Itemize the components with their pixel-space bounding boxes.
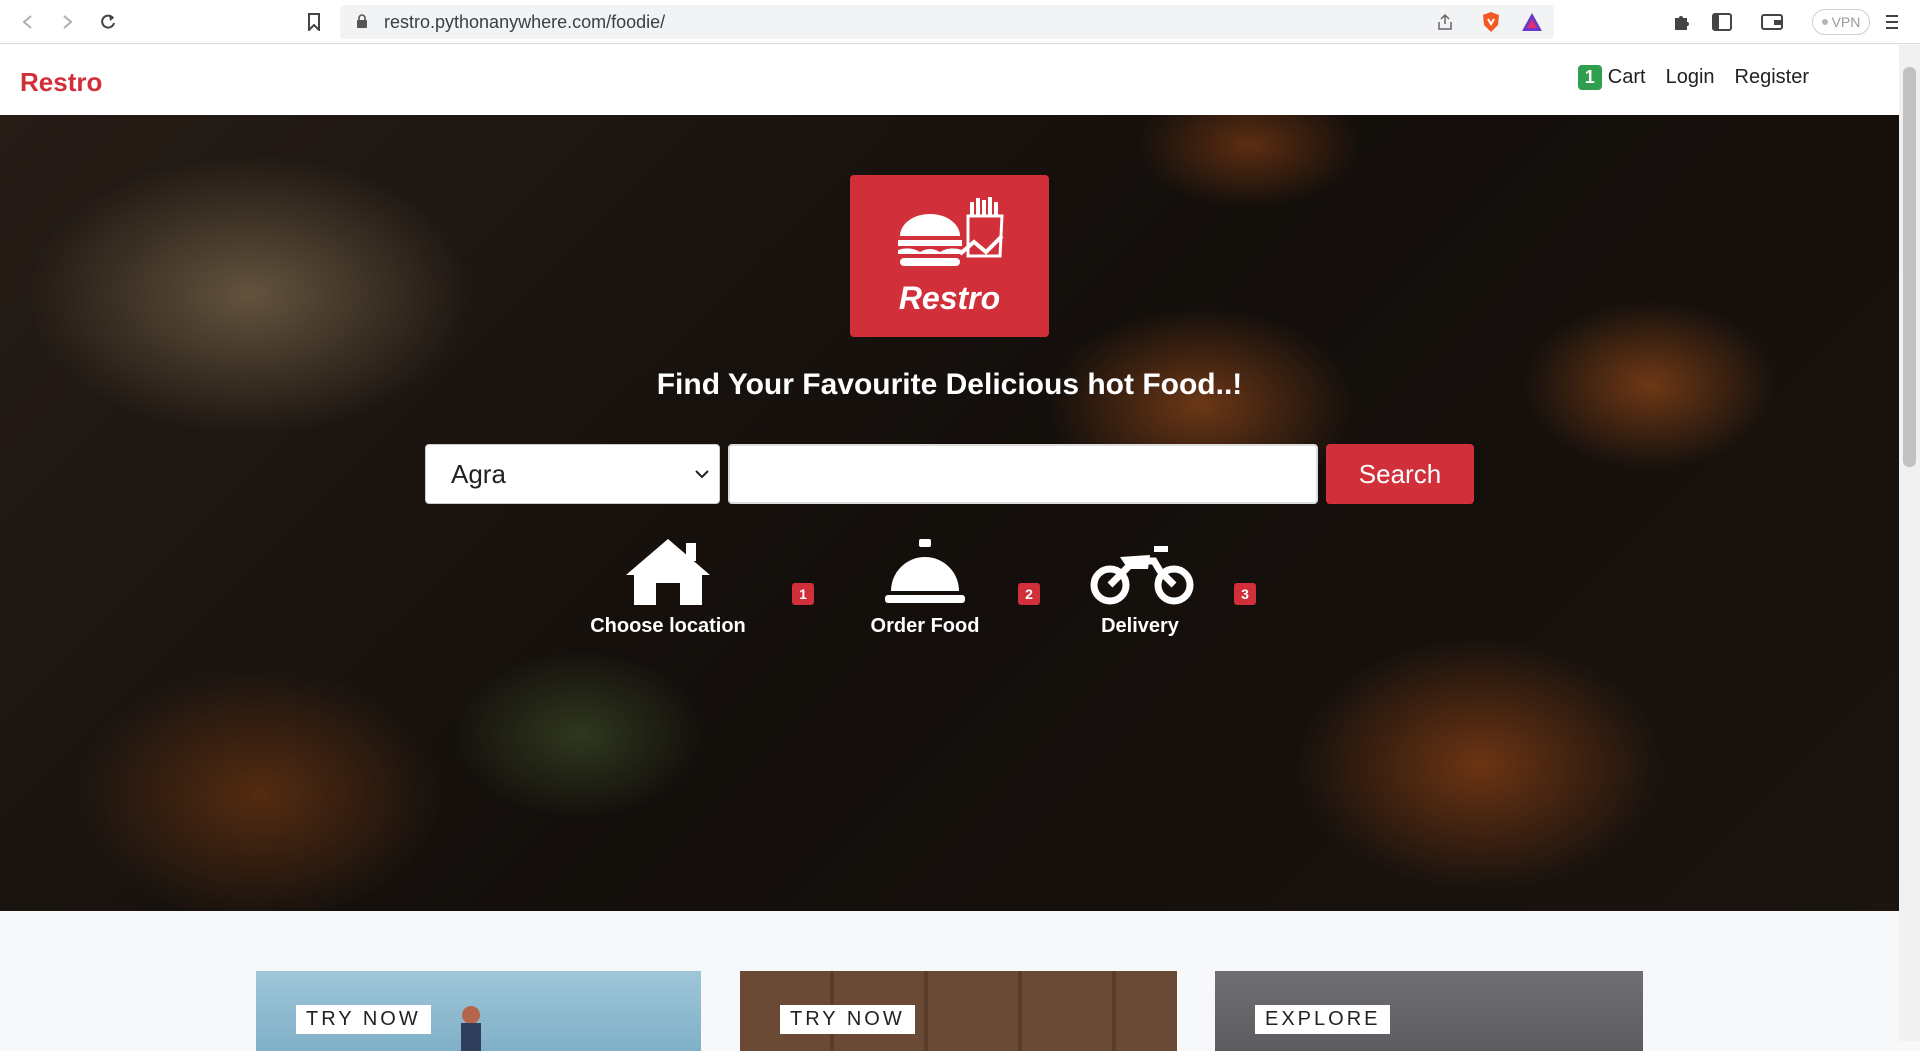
step-delivery: Delivery	[1090, 535, 1194, 638]
hero-tagline: Find Your Favourite Delicious hot Food..…	[656, 368, 1243, 401]
sidebar-icon[interactable]	[1710, 10, 1734, 34]
site-navbar: Restro 1 Cart Login Register	[0, 45, 1899, 115]
promo-cards-section: TRY NOW TRY NOW EXPLORE	[0, 911, 1899, 1051]
restro-logo: Restro	[850, 175, 1049, 337]
city-select[interactable]: Agra	[425, 444, 720, 504]
vpn-toggle[interactable]: VPN	[1812, 9, 1870, 35]
nav-links: 1 Cart Login Register	[1577, 65, 1809, 90]
step-label: Delivery	[1101, 615, 1179, 637]
wallet-icon[interactable]	[1760, 10, 1784, 34]
brand-link[interactable]: Restro	[20, 67, 102, 98]
brave-rewards-icon[interactable]	[1520, 11, 1544, 33]
vpn-label: VPN	[1831, 14, 1861, 30]
service-bell-icon	[885, 539, 965, 603]
food-search-input[interactable]	[728, 444, 1318, 504]
step-number-badge: 3	[1234, 583, 1256, 605]
extensions-icon[interactable]	[1670, 10, 1694, 34]
share-icon[interactable]	[1436, 13, 1454, 31]
step-order-food: Order Food	[860, 535, 990, 638]
logo-text: Restro	[898, 279, 1001, 316]
home-icon	[626, 539, 710, 605]
step-label: Order Food	[870, 615, 980, 637]
hero-section: Restro Find Your Favourite Delicious hot…	[0, 115, 1899, 911]
address-bar[interactable]: restro.pythonanywhere.com/foodie/	[340, 5, 1554, 39]
cart-link[interactable]: 1 Cart	[1577, 65, 1646, 90]
promo-card[interactable]: TRY NOW	[256, 971, 701, 1051]
reload-icon[interactable]	[96, 10, 120, 34]
bookmark-icon[interactable]	[302, 10, 326, 34]
register-link[interactable]: Register	[1735, 66, 1809, 89]
search-form: Agra Search	[425, 444, 1474, 504]
chevron-down-icon	[695, 470, 709, 479]
card-label: TRY NOW	[780, 1005, 915, 1034]
person-image	[461, 1006, 481, 1051]
city-selected-value: Agra	[451, 458, 506, 489]
step-choose-location: Choose location	[588, 535, 748, 638]
cart-label: Cart	[1607, 66, 1646, 88]
url-text: restro.pythonanywhere.com/foodie/	[384, 11, 666, 32]
step-label: Choose location	[590, 615, 746, 637]
lock-icon	[357, 14, 367, 28]
browser-toolbar: restro.pythonanywhere.com/foodie/ VPN	[0, 0, 1920, 44]
vpn-status-icon	[1821, 19, 1828, 25]
motorcycle-icon	[1090, 546, 1194, 605]
brave-shield-icon[interactable]	[1480, 11, 1502, 33]
burger-fries-icon	[897, 196, 1004, 266]
back-icon[interactable]	[16, 10, 40, 34]
menu-icon[interactable]	[1880, 10, 1904, 34]
step-number-badge: 2	[1018, 583, 1040, 605]
promo-card[interactable]: EXPLORE	[1215, 971, 1643, 1051]
card-label: EXPLORE	[1255, 1005, 1391, 1034]
page-scrollbar[interactable]	[1899, 45, 1920, 1041]
login-link[interactable]: Login	[1666, 66, 1715, 89]
step-number-badge: 1	[792, 583, 814, 605]
search-button[interactable]: Search	[1326, 444, 1474, 504]
promo-card[interactable]: TRY NOW	[740, 971, 1177, 1051]
forward-icon[interactable]	[55, 10, 79, 34]
scrollbar-thumb[interactable]	[1903, 67, 1916, 467]
cart-count-badge: 1	[1577, 65, 1602, 90]
card-label: TRY NOW	[296, 1005, 431, 1034]
